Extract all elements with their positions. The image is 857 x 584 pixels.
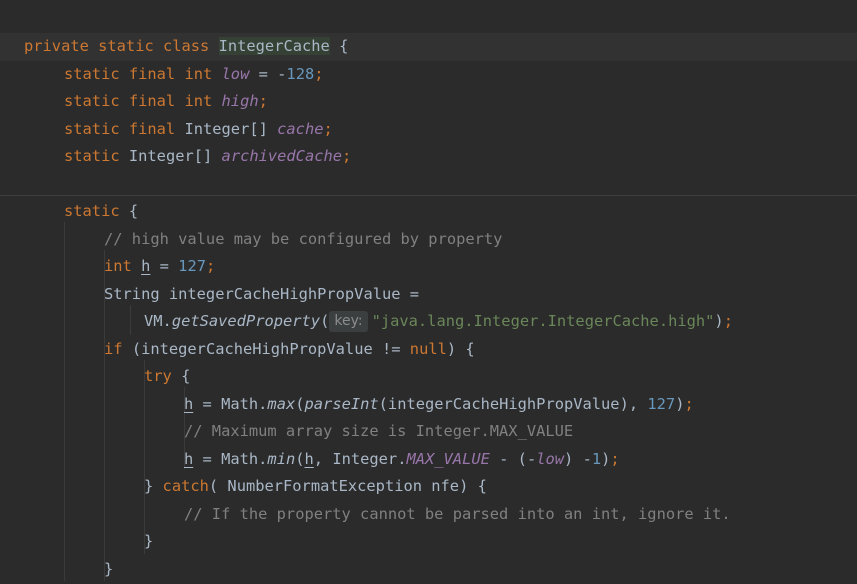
code-field: cache — [277, 120, 324, 138]
code-class-name: IntegerCache — [218, 37, 330, 55]
code-paren: ) — [601, 450, 611, 468]
code-comment: // If the property cannot be parsed into… — [184, 505, 731, 523]
code-method: getSavedProperty — [171, 312, 321, 330]
code-keyword: static final — [64, 120, 185, 138]
code-line[interactable]: } — [0, 556, 857, 584]
code-text: ( NumberFormatException nfe) { — [208, 477, 487, 495]
code-text: String integerCacheHighPropValue = — [104, 285, 420, 303]
code-variable: h — [184, 395, 194, 413]
code-line[interactable]: // If the property cannot be parsed into… — [0, 501, 857, 529]
code-line[interactable]: static Integer[] archivedCache; — [0, 143, 857, 171]
code-paren: ) — [714, 312, 724, 330]
code-punct: { — [329, 37, 349, 55]
code-line[interactable]: static { — [0, 198, 857, 226]
code-text: (integerCacheHighPropValue), — [378, 395, 648, 413]
code-line[interactable]: // high value may be configured by prope… — [0, 226, 857, 254]
code-semicolon: ; — [258, 92, 268, 110]
code-semicolon: ; — [205, 257, 216, 275]
code-keyword: private static class — [24, 37, 219, 55]
code-keyword: static — [64, 202, 120, 220]
code-text: (integerCacheHighPropValue != — [131, 340, 410, 358]
code-keyword: try — [144, 367, 172, 385]
code-text: - (- — [489, 450, 537, 468]
code-line[interactable]: static final int high; — [0, 88, 857, 116]
code-method: max — [267, 395, 296, 413]
code-paren: ( — [320, 312, 330, 330]
code-line[interactable]: String integerCacheHighPropValue = — [0, 281, 857, 309]
code-line[interactable]: h = Math.min(h, Integer.MAX_VALUE - (-lo… — [0, 446, 857, 474]
code-line[interactable]: // Maximum array size is Integer.MAX_VAL… — [0, 418, 857, 446]
code-paren: ( — [295, 450, 305, 468]
code-number: 127 — [178, 257, 206, 275]
code-punct: } — [104, 560, 114, 578]
code-field: high — [221, 92, 259, 110]
code-field: MAX_VALUE — [406, 450, 490, 468]
code-number: 128 — [286, 65, 315, 83]
code-keyword: static final int — [64, 65, 222, 83]
code-keyword: int — [104, 257, 142, 275]
code-keyword: static — [64, 147, 129, 165]
code-keyword: static final int — [64, 92, 222, 110]
code-punct: { — [171, 367, 191, 385]
code-text: , Integer. — [313, 450, 407, 468]
code-line[interactable]: h = Math.max(parseInt(integerCacheHighPr… — [0, 391, 857, 419]
code-line[interactable]: private static class IntegerCache { — [0, 33, 857, 61]
code-text: = Math. — [193, 395, 268, 413]
code-operator: = - — [249, 65, 287, 83]
code-semicolon: ; — [314, 65, 324, 83]
code-line[interactable]: static final Integer[] cache; — [0, 116, 857, 144]
code-variable: h — [184, 450, 194, 468]
code-semicolon: ; — [684, 395, 694, 413]
code-object: VM. — [144, 312, 172, 330]
code-line[interactable]: } catch( NumberFormatException nfe) { — [0, 473, 857, 501]
code-semicolon: ; — [342, 147, 352, 165]
code-variable: h — [141, 257, 151, 275]
code-field: low — [536, 450, 565, 468]
code-field: archivedCache — [221, 147, 343, 165]
code-paren: ( — [295, 395, 305, 413]
code-line[interactable]: VM.getSavedProperty(key: "java.lang.Integ… — [0, 308, 857, 336]
code-punct: } — [144, 477, 163, 495]
code-line[interactable]: static final int low = -128; — [0, 61, 857, 89]
code-text: = Math. — [193, 450, 268, 468]
code-comment: // high value may be configured by prope… — [104, 230, 503, 248]
code-semicolon: ; — [610, 450, 620, 468]
code-semicolon: ; — [723, 312, 733, 330]
code-operator: = — [150, 257, 179, 275]
code-number: 1 — [591, 450, 602, 468]
code-line[interactable]: } — [0, 528, 857, 556]
code-comment: // Maximum array size is Integer.MAX_VAL… — [184, 422, 574, 440]
code-punct: ) { — [446, 340, 475, 358]
code-line[interactable]: if (integerCacheHighPropValue != null) { — [0, 336, 857, 364]
code-number: 127 — [647, 395, 676, 413]
code-field: low — [221, 65, 250, 83]
code-semicolon: ; — [323, 120, 333, 138]
code-type: Integer[] — [184, 120, 278, 138]
code-line[interactable]: int h = 127; — [0, 253, 857, 281]
code-line[interactable]: try { — [0, 363, 857, 391]
code-string: "java.lang.Integer.IntegerCache.high" — [371, 312, 715, 330]
code-type: Integer[] — [128, 147, 222, 165]
code-editor[interactable]: private static class IntegerCache { stat… — [0, 0, 857, 581]
code-keyword: catch — [162, 477, 209, 495]
code-punct: } — [144, 532, 154, 550]
code-method: min — [267, 450, 296, 468]
method-separator — [0, 195, 857, 196]
code-keyword: null — [409, 340, 447, 358]
code-variable: h — [304, 450, 314, 468]
code-method: parseInt — [304, 395, 379, 413]
code-punct: { — [119, 202, 139, 220]
code-keyword: if — [104, 340, 132, 358]
code-text: ) - — [564, 450, 592, 468]
parameter-hint: key: — [329, 311, 368, 332]
